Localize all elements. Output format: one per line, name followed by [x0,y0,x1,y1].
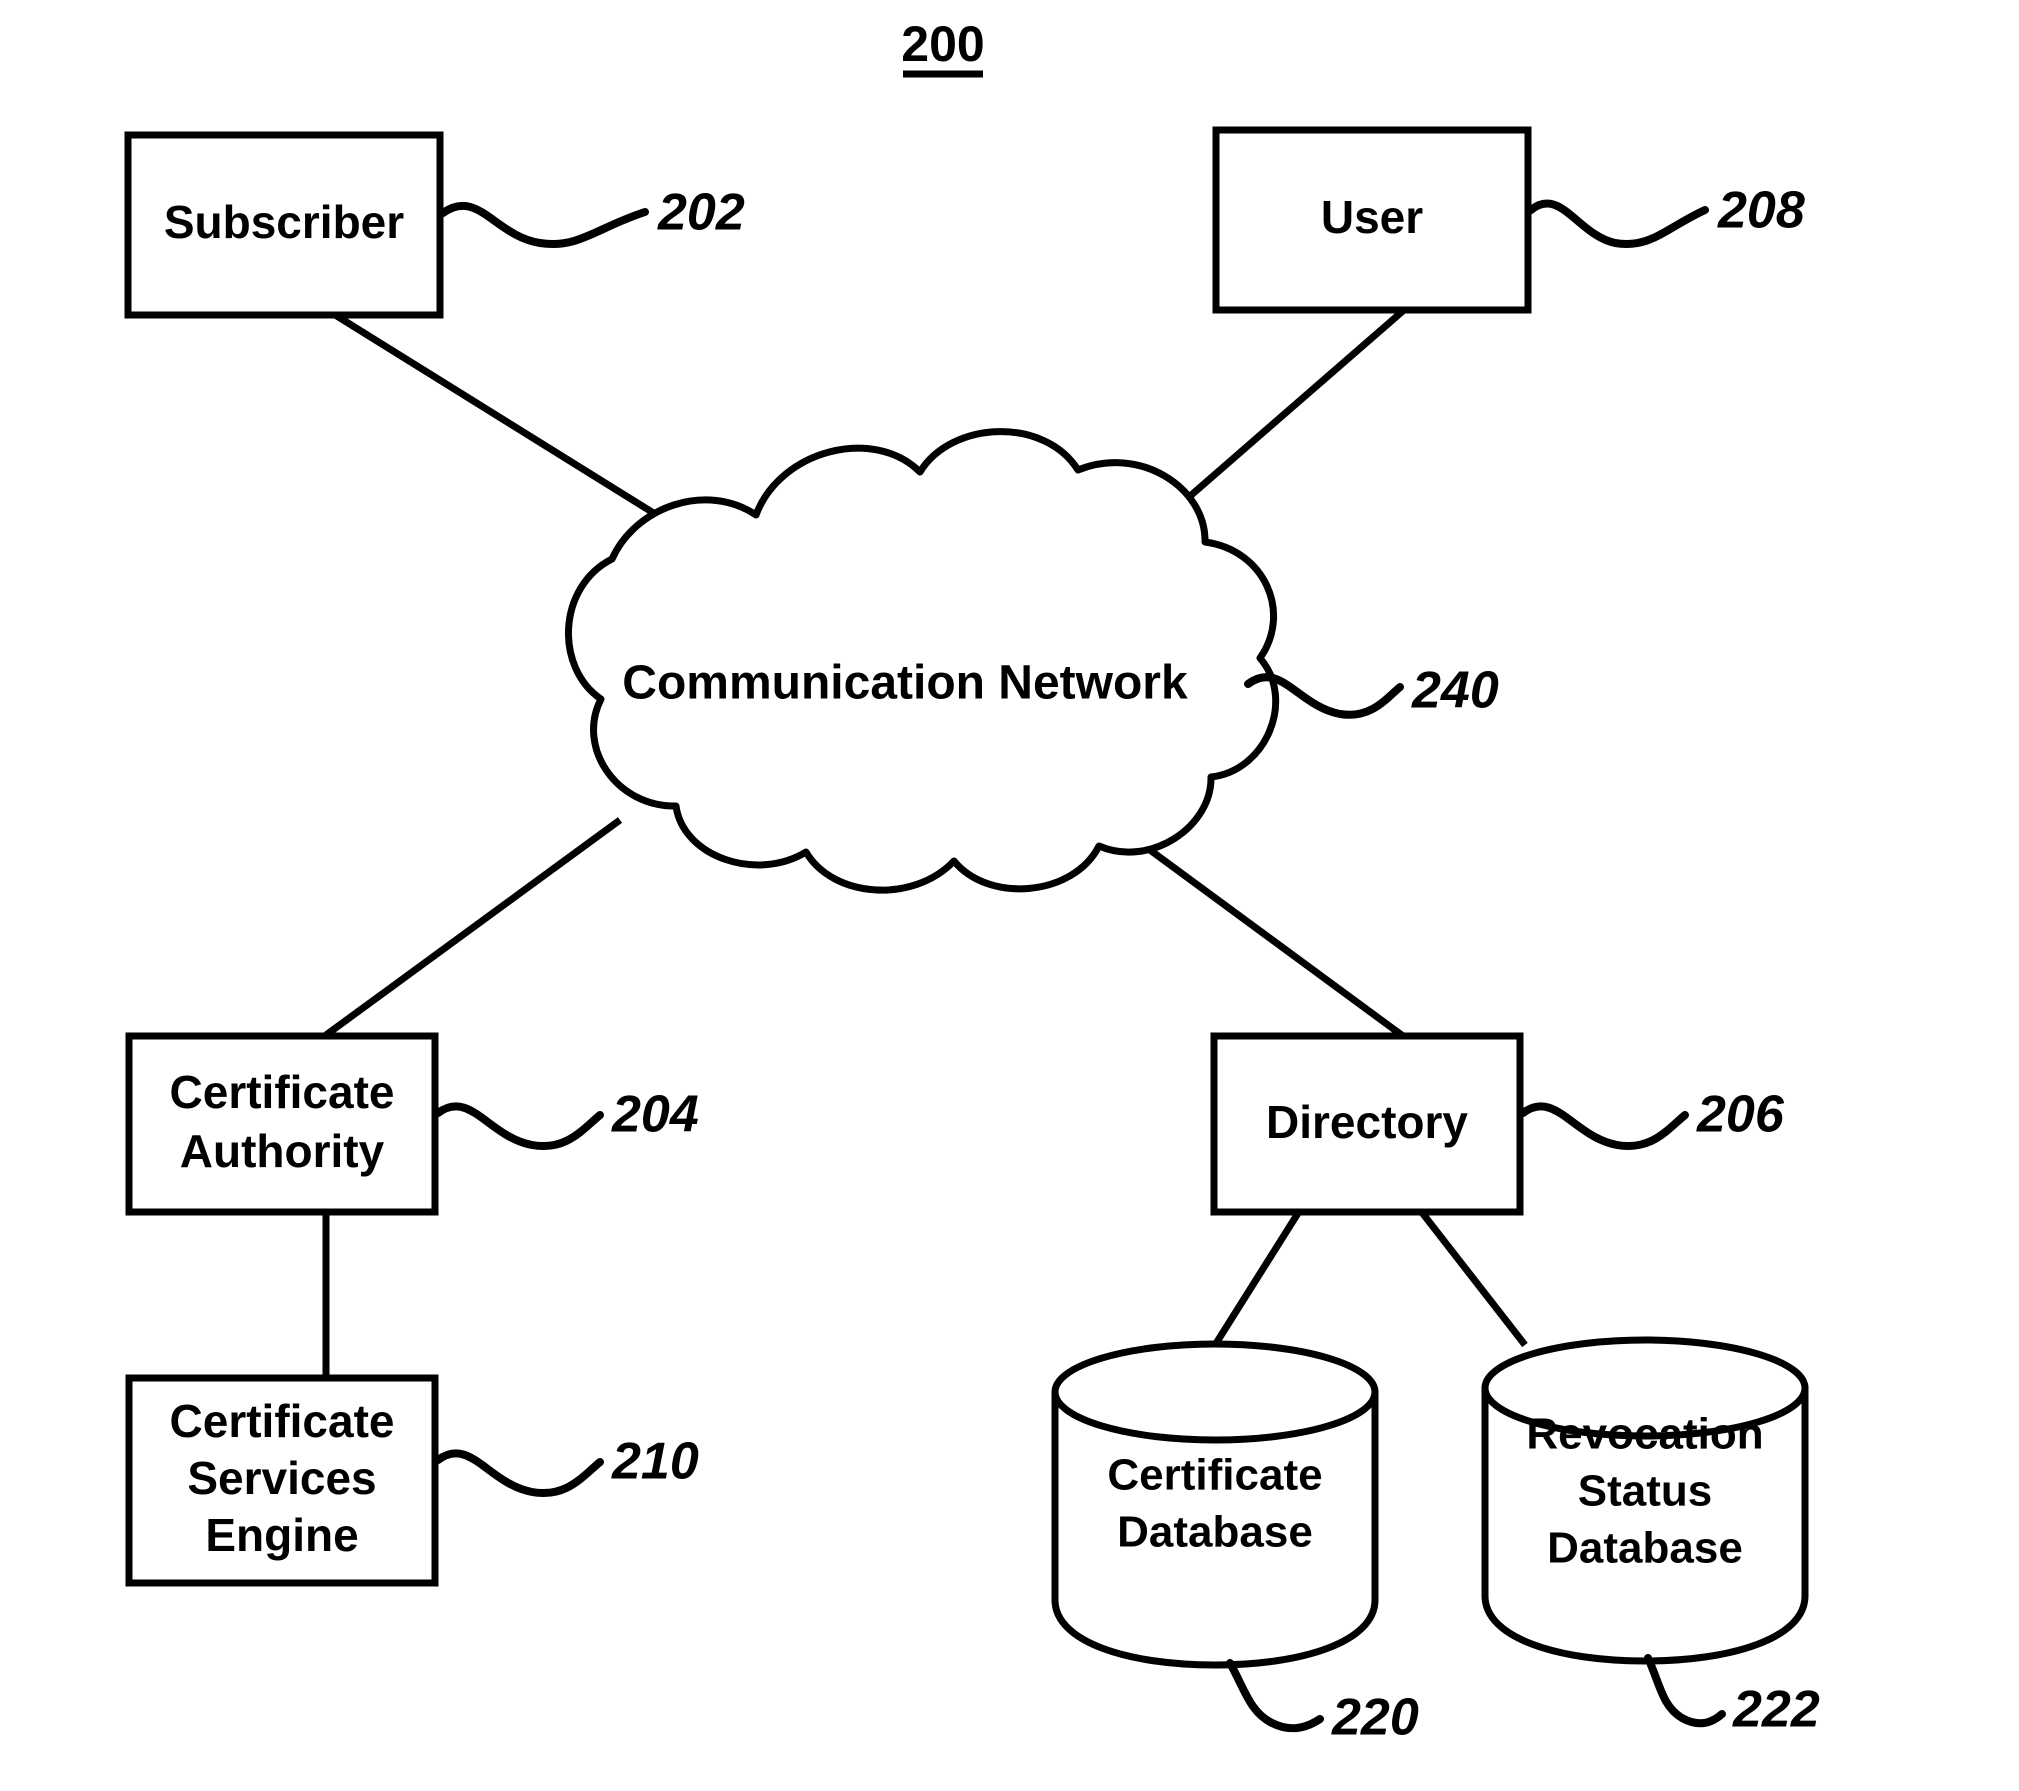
connector-network-directory [1117,825,1406,1039]
leader-user: 208 [1527,182,1805,248]
node-subscriber[interactable]: Subscriber [124,131,444,319]
leader-revocation-status-database: 222 [1644,1654,1820,1739]
certificate-authority-box[interactable] [125,1032,439,1216]
leader-line-208 [1527,199,1709,248]
leader-line-220 [1226,1659,1324,1733]
ref-number-210: 210 [611,1433,699,1491]
communication-network-label: Communication Network [622,657,1188,710]
node-revocation-status-database[interactable]: Revocation Status Database [1481,1336,1809,1665]
certificate-database-label-line1: Certificate [1107,1451,1322,1500]
certificate-services-engine-label-line2: Services [187,1452,376,1504]
leader-line-202 [439,202,649,248]
certificate-authority-label-line1: Certificate [170,1066,395,1118]
ref-number-220: 220 [1331,1689,1419,1747]
leader-line-204 [434,1102,604,1151]
connector-directory-certificate-database [1212,1208,1303,1347]
leader-subscriber: 202 [439,184,745,248]
leader-certificate-database: 220 [1226,1659,1419,1747]
node-directory[interactable]: Directory [1210,1032,1524,1216]
certificate-services-engine-label-line1: Certificate [170,1395,395,1447]
node-certificate-services-engine[interactable]: Certificate Services Engine [125,1374,439,1587]
connector-subscriber-network [330,310,707,548]
ref-number-222: 222 [1732,1681,1820,1739]
directory-label: Directory [1266,1096,1468,1148]
node-user[interactable]: User [1212,126,1532,314]
certificate-database-label-line2: Database [1117,1508,1313,1557]
ref-number-240: 240 [1411,662,1499,720]
leader-directory: 206 [1519,1086,1785,1151]
revocation-status-database-label-line1: Revocation [1526,1410,1763,1459]
figure-title-group: 200 [901,16,985,78]
subscriber-label: Subscriber [164,196,404,248]
node-certificate-database[interactable]: Certificate Database [1051,1340,1379,1669]
revocation-status-database-label-line3: Database [1547,1524,1743,1573]
node-communication-network[interactable]: Communication Network [564,428,1280,894]
leader-certificate-authority: 204 [434,1086,699,1151]
node-certificate-authority[interactable]: Certificate Authority [125,1032,439,1216]
certificate-authority-label-line2: Authority [180,1125,385,1177]
certificate-services-engine-label-line3: Engine [205,1509,358,1561]
leader-network: 240 [1244,662,1499,720]
certificate-database-cylinder-top [1051,1340,1379,1444]
ref-number-202: 202 [657,184,745,242]
leader-certificate-services-engine: 210 [434,1433,699,1498]
connector-directory-revocation-database [1417,1207,1528,1348]
leader-line-210 [434,1449,604,1498]
connector-network-certificate-authority [323,817,623,1038]
patent-figure-diagram: 200 Subscriber 202 User 208 Communicatio… [0,0,2019,1791]
ref-number-204: 204 [611,1086,699,1144]
figure-number: 200 [901,16,984,72]
ref-number-206: 206 [1696,1086,1785,1144]
leader-line-222 [1644,1654,1726,1728]
ref-number-208: 208 [1717,182,1805,240]
user-label: User [1321,191,1423,243]
revocation-status-database-label-line2: Status [1578,1467,1712,1516]
leader-line-206 [1519,1102,1689,1151]
